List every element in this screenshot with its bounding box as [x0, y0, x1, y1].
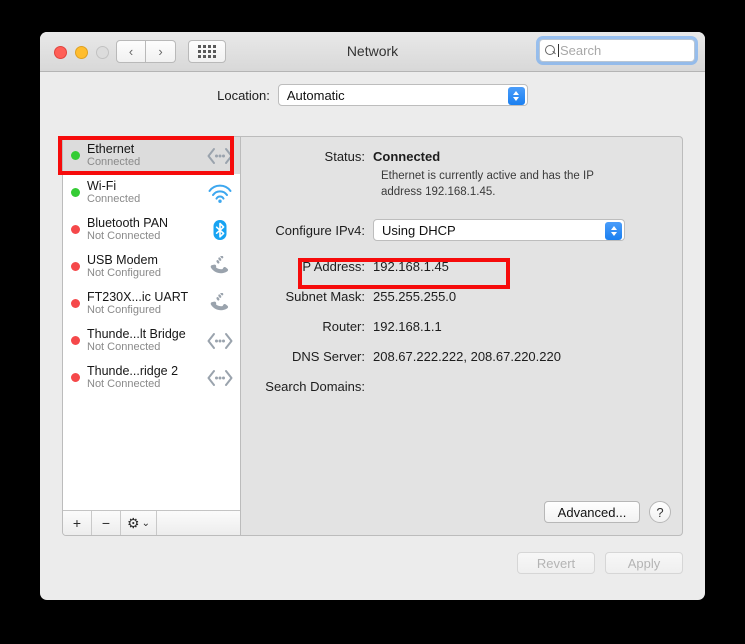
status-label: Status:	[324, 149, 365, 164]
location-select[interactable]: Automatic	[277, 84, 528, 106]
status-dot-green	[71, 188, 80, 197]
service-name: FT230X...ic UART	[87, 290, 189, 305]
location-row: Location: Automatic	[40, 84, 705, 106]
status-dot-red	[71, 299, 80, 308]
chevron-down-icon: ⌄	[141, 517, 150, 529]
location-label: Location:	[217, 87, 270, 103]
service-text: Thunde...ridge 2 Not Connected	[87, 364, 206, 390]
wifi-icon	[206, 180, 234, 206]
service-name: Thunde...ridge 2	[87, 364, 179, 379]
question-mark-icon: ?	[656, 504, 664, 520]
apply-button-label: Apply	[627, 555, 661, 571]
status-dot-red	[71, 225, 80, 234]
detail-row-search-domains: Search Domains:	[241, 379, 373, 394]
detail-field-value: 192.168.1.1	[373, 319, 442, 334]
service-state: Not Configured	[87, 304, 161, 317]
main-content: Ethernet Connected Wi-Fi Connected Bluetooth…	[62, 136, 683, 536]
service-state: Not Connected	[87, 378, 161, 391]
status-dot-green	[71, 151, 80, 160]
minus-icon: −	[101, 515, 111, 531]
sidebar-toolbar: + − ⚙ ⌄	[63, 510, 240, 535]
service-sidebar: Ethernet Connected Wi-Fi Connected Bluetooth…	[62, 136, 241, 536]
service-row-ethernet[interactable]: Ethernet Connected	[63, 137, 240, 174]
detail-field-label: Subnet Mask:	[285, 289, 366, 304]
status-dot-red	[71, 336, 80, 345]
service-text: Thunde...lt Bridge Not Connected	[87, 327, 206, 353]
service-list[interactable]: Ethernet Connected Wi-Fi Connected Bluetooth…	[63, 137, 240, 510]
detail-field-label: IP Address:	[298, 259, 365, 274]
titlebar: ‹ › Network Search	[40, 32, 705, 72]
detail-row-dns-server: DNS Server: 208.67.222.222, 208.67.220.22…	[241, 349, 561, 364]
location-value: Automatic	[286, 87, 345, 103]
service-actions-button[interactable]: ⚙ ⌄	[121, 511, 157, 535]
configure-ipv4-select[interactable]: Using DHCP	[373, 219, 625, 241]
text-cursor	[558, 44, 559, 57]
search-field[interactable]: Search	[539, 39, 695, 62]
configure-ipv4-value: Using DHCP	[382, 222, 456, 238]
modem-icon	[206, 291, 234, 317]
status-row: Status: Connected	[241, 149, 441, 164]
service-text: FT230X...ic UART Not Configured	[87, 290, 206, 316]
service-row-wi-fi[interactable]: Wi-Fi Connected	[63, 174, 240, 211]
ethernet-icon	[206, 365, 234, 391]
revert-button[interactable]: Revert	[517, 552, 595, 574]
advanced-button[interactable]: Advanced...	[544, 501, 640, 523]
search-icon	[544, 44, 557, 57]
service-state: Not Configured	[87, 267, 161, 280]
bluetooth-icon	[206, 217, 234, 243]
service-text: Wi-Fi Connected	[87, 179, 206, 205]
plus-icon: +	[72, 515, 82, 531]
chevron-updown-icon	[605, 222, 622, 240]
search-placeholder: Search	[560, 43, 602, 58]
detail-row-subnet-mask: Subnet Mask: 255.255.255.0	[241, 289, 457, 304]
advanced-button-label: Advanced...	[557, 504, 627, 520]
detail-field-value: 192.168.1.45	[373, 259, 449, 274]
chevron-updown-icon	[507, 87, 525, 105]
status-description: Ethernet is currently active and has the…	[381, 170, 594, 198]
configure-ipv4-row: Configure IPv4: Using DHCP	[241, 219, 625, 241]
service-state: Connected	[87, 156, 141, 169]
service-row-thunde-ridge-2[interactable]: Thunde...ridge 2 Not Connected	[63, 359, 240, 396]
ethernet-icon	[206, 143, 234, 169]
service-state: Connected	[87, 193, 141, 206]
gear-icon: ⚙	[127, 514, 140, 531]
apply-button[interactable]: Apply	[605, 552, 683, 574]
service-name: Ethernet	[87, 142, 135, 157]
service-row-bluetooth-pan[interactable]: Bluetooth PAN Not Connected	[63, 211, 240, 248]
network-preferences-window: ‹ › Network Search Location: Automatic E…	[40, 32, 705, 600]
detail-field-label: Search Domains:	[265, 379, 365, 394]
service-text: USB Modem Not Configured	[87, 253, 206, 279]
service-row-usb-modem[interactable]: USB Modem Not Configured	[63, 248, 240, 285]
configure-ipv4-label: Configure IPv4:	[275, 222, 365, 238]
remove-service-button[interactable]: −	[92, 511, 121, 535]
service-row-thunde-lt-bridge[interactable]: Thunde...lt Bridge Not Connected	[63, 322, 240, 359]
sidebar-toolbar-spacer	[157, 511, 240, 535]
status-dot-red	[71, 373, 80, 382]
service-state: Not Connected	[87, 341, 161, 354]
service-state: Not Connected	[87, 230, 161, 243]
detail-field-label: DNS Server:	[292, 349, 365, 364]
modem-icon	[206, 254, 234, 280]
detail-field-value: 208.67.222.222, 208.67.220.220	[373, 349, 561, 364]
service-name: Thunde...lt Bridge	[87, 327, 186, 342]
status-value: Connected	[373, 149, 441, 164]
ethernet-icon	[206, 328, 234, 354]
service-detail-pane: Status: Connected Ethernet is currently …	[241, 136, 683, 536]
detail-field-value: 255.255.255.0	[373, 289, 457, 304]
help-button[interactable]: ?	[649, 501, 671, 523]
detail-field-label: Router:	[322, 319, 365, 334]
service-row-ft230x-ic-uart[interactable]: FT230X...ic UART Not Configured	[63, 285, 240, 322]
service-name: Bluetooth PAN	[87, 216, 169, 231]
status-dot-red	[71, 262, 80, 271]
revert-button-label: Revert	[536, 555, 576, 571]
service-text: Bluetooth PAN Not Connected	[87, 216, 206, 242]
service-name: USB Modem	[87, 253, 158, 268]
service-name: Wi-Fi	[87, 179, 117, 194]
service-text: Ethernet Connected	[87, 142, 206, 168]
add-service-button[interactable]: +	[63, 511, 92, 535]
detail-row-ip-address: IP Address: 192.168.1.45	[241, 259, 449, 274]
detail-row-router: Router: 192.168.1.1	[241, 319, 442, 334]
